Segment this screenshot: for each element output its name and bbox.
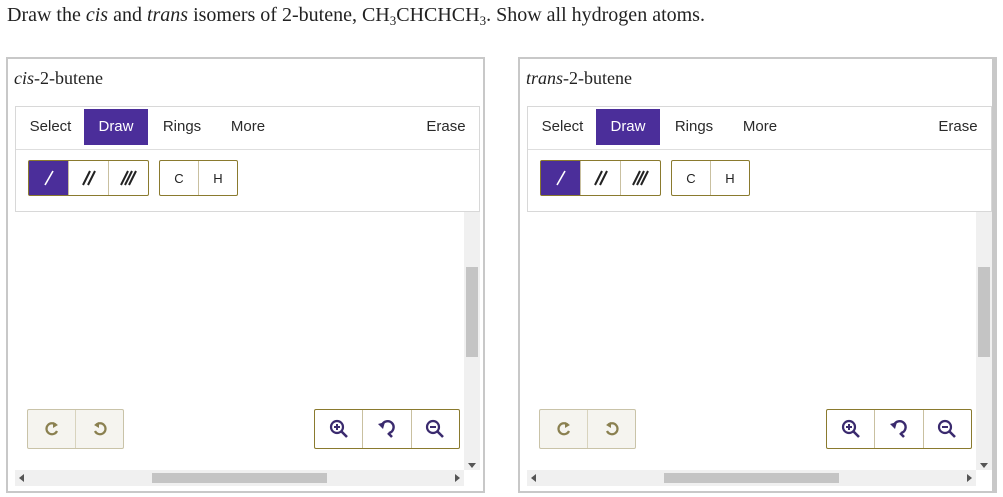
undo-icon [44, 422, 58, 436]
zoom-reset-button[interactable] [363, 410, 412, 448]
scroll-down-icon[interactable] [980, 463, 988, 468]
tab-draw[interactable]: Draw [84, 109, 148, 145]
single-bond-icon [555, 170, 566, 186]
zoom-in-icon [841, 419, 860, 438]
tab-erase[interactable]: Erase [421, 109, 471, 145]
undo-button[interactable] [28, 410, 76, 448]
redo-icon [605, 422, 619, 436]
zoom-out-button[interactable] [412, 410, 459, 448]
panel-title: trans-2-butene [526, 68, 632, 88]
scroll-right-icon[interactable] [455, 474, 460, 482]
vertical-scrollbar[interactable] [976, 212, 992, 470]
drawing-toolbar: Select Draw Rings More Erase C H [527, 106, 992, 212]
tab-rings[interactable]: Rings [669, 109, 719, 145]
cis-butene-panel: cis-2-butene Select Draw Rings More Eras… [6, 57, 485, 493]
scroll-thumb[interactable] [978, 267, 990, 357]
single-bond-button[interactable] [29, 161, 69, 195]
tab-more[interactable]: More [226, 109, 270, 145]
double-bond-button[interactable] [581, 161, 621, 195]
hydrogen-atom-button[interactable]: H [199, 161, 237, 195]
single-bond-icon [43, 170, 54, 186]
panel-title: cis-2-butene [14, 68, 103, 88]
vertical-scrollbar[interactable] [464, 212, 480, 470]
hydrogen-atom-button[interactable]: H [711, 161, 749, 195]
scroll-left-icon[interactable] [531, 474, 536, 482]
scroll-thumb[interactable] [466, 267, 478, 357]
toolbar-tabs: Select Draw Rings More Erase [528, 107, 991, 150]
zoom-out-icon [426, 419, 445, 438]
carbon-atom-button[interactable]: C [672, 161, 711, 195]
tab-rings[interactable]: Rings [157, 109, 207, 145]
atom-group: C H [159, 160, 238, 196]
redo-icon [93, 422, 107, 436]
carbon-atom-button[interactable]: C [160, 161, 199, 195]
triple-bond-icon [119, 170, 137, 186]
scroll-right-icon[interactable] [967, 474, 972, 482]
scroll-down-icon[interactable] [468, 463, 476, 468]
zoom-reset-button[interactable] [875, 410, 924, 448]
tab-select[interactable]: Select [537, 109, 588, 145]
double-bond-icon [593, 170, 608, 186]
horizontal-scrollbar[interactable] [15, 470, 464, 486]
drawing-toolbar: Select Draw Rings More Erase C H [15, 106, 480, 212]
single-bond-button[interactable] [541, 161, 581, 195]
redo-button[interactable] [588, 410, 635, 448]
tab-draw[interactable]: Draw [596, 109, 660, 145]
horizontal-scrollbar[interactable] [527, 470, 976, 486]
atom-group: C H [671, 160, 750, 196]
question-text: Draw the cis and trans isomers of 2-bute… [7, 4, 705, 28]
zoom-controls [826, 409, 972, 449]
zoom-reset-icon [377, 419, 395, 438]
zoom-in-button[interactable] [315, 410, 364, 448]
bond-type-group [28, 160, 149, 196]
undo-redo-group [27, 409, 124, 449]
tab-erase[interactable]: Erase [933, 109, 983, 145]
toolbar-tabs: Select Draw Rings More Erase [16, 107, 479, 150]
double-bond-icon [81, 170, 96, 186]
double-bond-button[interactable] [69, 161, 109, 195]
zoom-reset-icon [889, 419, 907, 438]
zoom-controls [314, 409, 460, 449]
scroll-thumb[interactable] [152, 473, 327, 483]
zoom-out-button[interactable] [924, 410, 971, 448]
redo-button[interactable] [76, 410, 123, 448]
triple-bond-button[interactable] [109, 161, 148, 195]
triple-bond-button[interactable] [621, 161, 660, 195]
zoom-out-icon [938, 419, 957, 438]
zoom-in-button[interactable] [827, 410, 876, 448]
undo-button[interactable] [540, 410, 588, 448]
bond-type-group [540, 160, 661, 196]
undo-icon [556, 422, 570, 436]
scroll-thumb[interactable] [664, 473, 839, 483]
trans-butene-panel: trans-2-butene Select Draw Rings More Er… [518, 57, 997, 493]
zoom-in-icon [329, 419, 348, 438]
tab-more[interactable]: More [738, 109, 782, 145]
scroll-left-icon[interactable] [19, 474, 24, 482]
triple-bond-icon [631, 170, 649, 186]
outer-scrollbar-edge [992, 57, 995, 493]
undo-redo-group [539, 409, 636, 449]
tab-select[interactable]: Select [25, 109, 76, 145]
